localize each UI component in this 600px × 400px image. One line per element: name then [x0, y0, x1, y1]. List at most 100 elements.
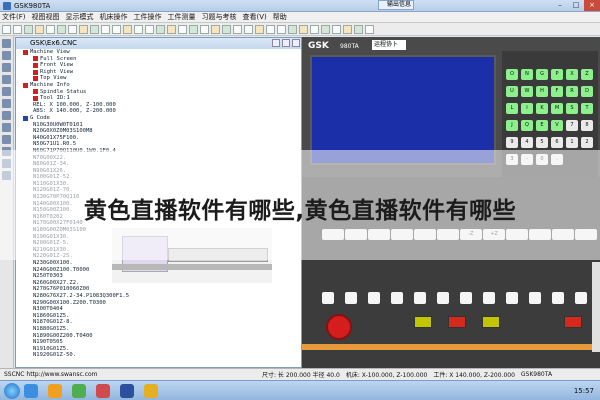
mode-button[interactable]: [506, 292, 518, 304]
keypad-key[interactable]: P: [551, 69, 563, 80]
tree-item[interactable]: Right View: [16, 69, 312, 76]
side-tool-icon[interactable]: [2, 87, 11, 96]
maximize-button[interactable]: □: [568, 0, 584, 11]
app-icon-red[interactable]: [96, 383, 110, 398]
toolbar-button[interactable]: [57, 24, 66, 34]
mode-button[interactable]: [552, 292, 564, 304]
menu-item[interactable]: 视图视图: [32, 12, 60, 22]
toolbar-button[interactable]: [123, 24, 132, 34]
feed-hold-button[interactable]: [448, 316, 466, 328]
tree-item[interactable]: N1910G01Z5.: [16, 346, 312, 353]
mode-button[interactable]: [322, 292, 334, 304]
keypad-key[interactable]: 5: [536, 137, 548, 148]
toolbar-button[interactable]: [2, 24, 11, 34]
keypad-key[interactable]: F: [551, 86, 563, 97]
toolbar-button[interactable]: [79, 24, 88, 34]
side-tool-icon[interactable]: [2, 111, 11, 120]
toolbar-button[interactable]: [189, 24, 198, 34]
toolbar-button[interactable]: [310, 24, 319, 34]
tree-item[interactable]: N40G01X75F100.: [16, 135, 312, 142]
folder-icon[interactable]: [48, 383, 62, 398]
doc-maximize-button[interactable]: [282, 39, 290, 47]
start-button[interactable]: [4, 382, 20, 399]
keypad-key[interactable]: 8: [581, 120, 593, 131]
keypad-key[interactable]: I: [521, 103, 533, 114]
mode-button[interactable]: [345, 292, 357, 304]
toolbar-button[interactable]: [101, 24, 110, 34]
side-tool-icon[interactable]: [2, 123, 11, 132]
keypad-key[interactable]: N: [521, 69, 533, 80]
mode-button[interactable]: [368, 292, 380, 304]
keypad-key[interactable]: K: [536, 103, 548, 114]
mode-select[interactable]: 运程协卜: [372, 40, 406, 50]
mode-button[interactable]: [437, 292, 449, 304]
toolbar-button[interactable]: [13, 24, 22, 34]
ie-icon[interactable]: [24, 383, 38, 398]
tree-item[interactable]: N280G76X27.2-34.P1083Q300F1.5: [16, 293, 312, 300]
tree-item[interactable]: ABS: X 140.000, Z-200.000: [16, 108, 312, 115]
toolbar-button[interactable]: [299, 24, 308, 34]
toolbar-button[interactable]: [134, 24, 143, 34]
mode-button[interactable]: [391, 292, 403, 304]
side-tool-icon[interactable]: [2, 135, 11, 144]
tree-item[interactable]: Machine View: [16, 49, 312, 56]
keypad-key[interactable]: E: [536, 120, 548, 131]
tree-item[interactable]: N1860G01Z5.: [16, 313, 312, 320]
tree-item[interactable]: N50G71U1.R0.5: [16, 141, 312, 148]
tree-item[interactable]: N20G0X0Z0M03S100M8: [16, 128, 312, 135]
toolbar-button[interactable]: [68, 24, 77, 34]
tree-item[interactable]: REL: X 100.000, Z-100.000: [16, 102, 312, 109]
mode-button[interactable]: [460, 292, 472, 304]
keypad-key[interactable]: J: [506, 120, 518, 131]
cycle-start-button[interactable]: [414, 316, 432, 328]
doc-close-button[interactable]: [292, 39, 300, 47]
side-tool-icon[interactable]: [2, 51, 11, 60]
tree-item[interactable]: N190T0505: [16, 339, 312, 346]
keypad-key[interactable]: L: [506, 103, 518, 114]
toolbar-button[interactable]: [222, 24, 231, 34]
menu-item[interactable]: 习题与考核: [202, 12, 237, 22]
toolbar-button[interactable]: [167, 24, 176, 34]
toolbar-button[interactable]: [354, 24, 363, 34]
toolbar-button[interactable]: [321, 24, 330, 34]
tree-item[interactable]: Machine Info: [16, 82, 312, 89]
toolbar-button[interactable]: [233, 24, 242, 34]
toolbar-button[interactable]: [35, 24, 44, 34]
tree-item[interactable]: Front View: [16, 62, 312, 69]
keypad-key[interactable]: X: [566, 69, 578, 80]
tree-item[interactable]: Top View: [16, 75, 312, 82]
tree-item[interactable]: Tool ID:1: [16, 95, 312, 102]
tree-item[interactable]: Spindle Status: [16, 89, 312, 96]
keypad-key[interactable]: 4: [521, 137, 533, 148]
toolbar-button[interactable]: [112, 24, 121, 34]
toolbar-button[interactable]: [178, 24, 187, 34]
doc-minimize-button[interactable]: [272, 39, 280, 47]
tree-item[interactable]: G Code: [16, 115, 312, 122]
tree-item[interactable]: N1880G01Z5.: [16, 326, 312, 333]
keypad-key[interactable]: 7: [566, 120, 578, 131]
toolbar-button[interactable]: [200, 24, 209, 34]
toolbar-button[interactable]: [255, 24, 264, 34]
mode-button[interactable]: [414, 292, 426, 304]
toolbar-button[interactable]: [211, 24, 220, 34]
toolbar-button[interactable]: [343, 24, 352, 34]
side-tool-icon[interactable]: [2, 63, 11, 72]
menu-item[interactable]: 查看(V): [243, 12, 267, 22]
keypad-key[interactable]: S: [566, 103, 578, 114]
side-tool-icon[interactable]: [2, 39, 11, 48]
message-tab[interactable]: 输出信息: [378, 0, 414, 10]
toolbar-button[interactable]: [244, 24, 253, 34]
keypad-key[interactable]: V: [551, 120, 563, 131]
keypad-key[interactable]: U: [506, 86, 518, 97]
keypad-key[interactable]: H: [536, 86, 548, 97]
minimize-button[interactable]: –: [552, 0, 568, 11]
reset-button[interactable]: [564, 316, 582, 328]
keypad-key[interactable]: W: [521, 86, 533, 97]
tree-item[interactable]: N1920G01Z-50.: [16, 352, 312, 359]
menu-item[interactable]: 工件测量: [168, 12, 196, 22]
toolbar-button[interactable]: [24, 24, 33, 34]
keypad-key[interactable]: G: [536, 69, 548, 80]
side-tool-icon[interactable]: [2, 99, 11, 108]
keypad-key[interactable]: Z: [581, 69, 593, 80]
tree-item[interactable]: N1870G01Z-8.: [16, 319, 312, 326]
